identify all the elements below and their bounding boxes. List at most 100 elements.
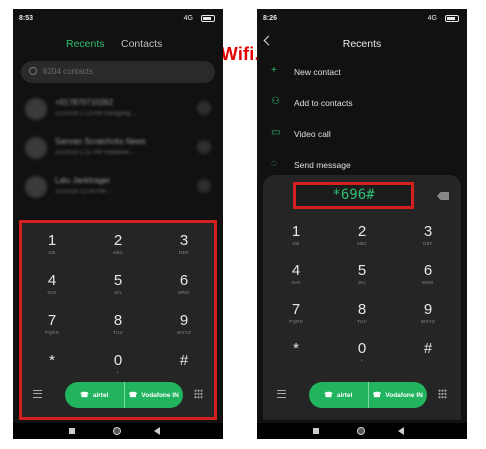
sim1-label: airtel <box>336 391 353 399</box>
dial-keypad: *696# 1 GB 2 ABC 3 DEF 4 GHI 5 JKL 6 MNO 7 PQRS 8 TUV 9 W… <box>263 175 461 420</box>
signal-indicator: 4G <box>183 15 193 22</box>
new-contact-option[interactable]: + New contact <box>257 61 467 92</box>
status-bar: 8:53 4G <box>13 9 223 27</box>
call-detail: 1/2/2019 1:13 PM Dumgang ... <box>55 111 137 117</box>
dialed-number[interactable]: *696# <box>293 182 414 209</box>
list-item[interactable]: Lalu Janktrager 1/2/2019 12:50 PM ... <box>19 167 217 206</box>
page-title: Recents <box>342 38 382 50</box>
dial-key[interactable]: 9 WXYZ <box>395 301 461 340</box>
key-digit: 7 <box>291 301 301 318</box>
back-icon[interactable] <box>398 427 404 435</box>
call-bar: ☎ airtel ☎ Vodafone IN <box>263 382 461 408</box>
dial-key[interactable]: 0 + <box>329 340 395 379</box>
key-digit: 1 <box>291 223 301 240</box>
call-sim1-button[interactable]: ☎ airtel <box>309 382 368 408</box>
key-digit: * <box>293 340 299 357</box>
key-letters: JKL <box>357 280 367 285</box>
dial-key[interactable]: 3 DEF <box>395 223 461 262</box>
navigation-bar <box>257 423 467 439</box>
info-icon[interactable] <box>197 140 211 154</box>
tab-recents[interactable]: Recents <box>66 38 105 50</box>
info-icon[interactable] <box>197 179 211 193</box>
home-icon[interactable] <box>357 427 365 435</box>
key-letters: GB <box>292 241 300 246</box>
recent-apps-icon[interactable] <box>313 428 319 434</box>
action-list: + New contact ⚇ Add to contacts ▭ Video … <box>257 61 467 185</box>
key-letters: DEF <box>423 241 433 246</box>
option-label: Video call <box>294 129 331 139</box>
battery-icon <box>445 15 459 22</box>
call-button[interactable]: ☎ airtel ☎ Vodafone IN <box>309 382 427 408</box>
video-call-option[interactable]: ▭ Video call <box>257 123 467 154</box>
key-digit: 2 <box>357 223 367 240</box>
key-digit: 6 <box>423 262 433 279</box>
backspace-icon[interactable] <box>437 192 449 200</box>
phone-screen-left: 8:53 4G Recents Contacts 6204 contacts +… <box>13 9 223 439</box>
key-digit: 4 <box>291 262 301 279</box>
recents-list: +917870710262 1/2/2019 1:13 PM Dumgang .… <box>19 89 217 206</box>
option-label: Add to contacts <box>294 98 353 108</box>
option-label: New contact <box>294 67 341 77</box>
key-letters: WXYZ <box>420 319 436 324</box>
key-digit: 5 <box>357 262 367 279</box>
video-icon: ▭ <box>271 127 281 138</box>
recent-apps-icon[interactable] <box>69 428 75 434</box>
menu-icon[interactable] <box>277 390 286 398</box>
battery-icon <box>201 15 215 22</box>
dial-key[interactable]: 2 ABC <box>329 223 395 262</box>
signal-indicator: 4G <box>427 15 437 22</box>
avatar <box>25 98 47 120</box>
list-item[interactable]: +917870710262 1/2/2019 1:13 PM Dumgang .… <box>19 89 217 128</box>
call-sim2-button[interactable]: ☎ Vodafone IN <box>367 382 428 408</box>
key-letters: GHI <box>291 280 301 285</box>
contact-name: Lalu Janktrager <box>55 176 111 185</box>
phone-screen-right: 8:26 4G Recents + New contact ⚇ Add to c… <box>257 9 467 439</box>
dial-key[interactable]: 6 MNO <box>395 262 461 301</box>
contact-name: +917870710262 <box>55 98 114 107</box>
dial-key[interactable]: 8 TUV <box>329 301 395 340</box>
key-digit: 8 <box>357 301 367 318</box>
search-placeholder: 6204 contacts <box>43 67 93 76</box>
key-letters: MNO <box>422 280 434 285</box>
dial-key[interactable]: 1 GB <box>263 223 329 262</box>
info-icon[interactable] <box>197 101 211 115</box>
tab-contacts[interactable]: Contacts <box>121 38 162 50</box>
status-time: 8:26 <box>263 15 278 22</box>
navigation-bar <box>13 423 223 439</box>
key-letters: ABC <box>356 241 368 246</box>
dial-key[interactable]: 5 JKL <box>329 262 395 301</box>
dial-key[interactable]: 4 GHI <box>263 262 329 301</box>
key-digit: 3 <box>423 223 433 240</box>
keypad-grid: 1 GB 2 ABC 3 DEF 4 GHI 5 JKL 6 MNO 7 PQRS 8 TUV 9 WXYZ * 0 +… <box>263 223 461 379</box>
dial-key[interactable]: * <box>263 340 329 379</box>
list-item[interactable]: Sanvan Scratchcks News 1/2/2019 1:11 PM … <box>19 128 217 167</box>
key-digit: 9 <box>423 301 433 318</box>
dial-key[interactable]: 7 PQRS <box>263 301 329 340</box>
highlight-box <box>19 220 217 420</box>
key-digit: 0 <box>357 340 367 357</box>
dial-key[interactable]: # <box>395 340 461 379</box>
phone-icon: ☎ <box>372 392 382 399</box>
key-letters: PQRS <box>289 319 303 324</box>
option-label: Send message <box>294 160 351 170</box>
key-letters: + <box>360 358 364 363</box>
key-digit: # <box>423 340 433 357</box>
avatar <box>25 176 47 198</box>
plus-icon: + <box>271 65 277 76</box>
search-icon <box>29 67 37 75</box>
contact-name: Sanvan Scratchcks News <box>55 137 146 146</box>
status-bar: 8:26 4G <box>257 9 467 27</box>
call-detail: 1/2/2019 1:11 PM Vodafone ... <box>55 150 136 156</box>
status-time: 8:53 <box>19 15 34 22</box>
call-detail: 1/2/2019 12:50 PM ... <box>55 189 113 195</box>
avatar <box>25 137 47 159</box>
search-input[interactable]: 6204 contacts <box>21 61 215 83</box>
sim2-label: Vodafone IN <box>385 391 423 399</box>
home-icon[interactable] <box>113 427 121 435</box>
key-letters: TUV <box>357 319 367 324</box>
phone-icon: ☎ <box>324 392 333 399</box>
keypad-toggle-icon[interactable] <box>438 389 447 399</box>
add-to-contacts-option[interactable]: ⚇ Add to contacts <box>257 92 467 123</box>
back-icon[interactable] <box>154 427 160 435</box>
person-icon: ⚇ <box>271 96 280 107</box>
